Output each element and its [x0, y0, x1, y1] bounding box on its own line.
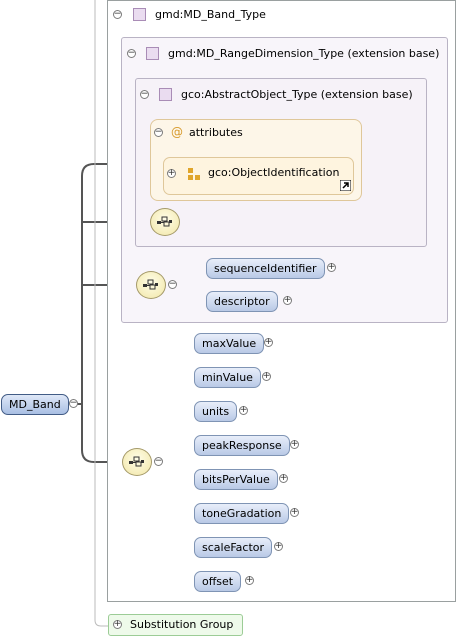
- element-units[interactable]: units: [194, 401, 238, 422]
- range-dimension-title: gmd:MD_RangeDimension_Type (extension ba…: [168, 47, 440, 60]
- attributes-box: − @ attributes + gco:ObjectIdentificatio…: [150, 119, 362, 201]
- element-minvalue[interactable]: minValue: [194, 367, 261, 388]
- element-offset[interactable]: offset: [194, 571, 242, 592]
- element-peakresponse[interactable]: peakResponse: [194, 435, 290, 456]
- element-maxvalue[interactable]: maxValue: [194, 333, 265, 354]
- sequence-compositor-icon[interactable]: [122, 448, 152, 476]
- substitution-group-box[interactable]: + Substitution Group: [108, 614, 243, 636]
- attribute-group-icon: [188, 168, 200, 180]
- element-scalefactor[interactable]: scaleFactor: [194, 537, 273, 558]
- attribute-group-label: gco:ObjectIdentification: [208, 166, 340, 179]
- substitution-group-label: Substitution Group: [130, 618, 234, 631]
- complex-type-icon: [159, 88, 172, 101]
- expand-toggle-icon[interactable]: +: [113, 620, 122, 629]
- collapse-toggle-icon[interactable]: −: [127, 49, 136, 58]
- expand-toggle-icon[interactable]: +: [290, 440, 299, 449]
- element-tonegradation[interactable]: toneGradation: [194, 503, 290, 524]
- attribute-group-box[interactable]: + gco:ObjectIdentification: [163, 157, 354, 195]
- attributes-title: attributes: [189, 126, 243, 139]
- collapse-toggle-icon[interactable]: −: [168, 280, 177, 289]
- sequence-compositor-icon[interactable]: [136, 271, 166, 299]
- complex-type-icon: [133, 8, 146, 21]
- collapse-toggle-icon[interactable]: −: [154, 128, 163, 137]
- expand-toggle-icon[interactable]: +: [262, 372, 271, 381]
- root-element-md-band[interactable]: MD_Band: [1, 394, 69, 415]
- expand-toggle-icon[interactable]: +: [239, 406, 248, 415]
- collapse-toggle-icon[interactable]: −: [154, 457, 163, 466]
- attribute-at-icon: @: [171, 125, 183, 139]
- collapse-toggle-icon[interactable]: −: [69, 399, 78, 408]
- element-descriptor[interactable]: descriptor: [206, 291, 278, 312]
- element-bitspervalue[interactable]: bitsPerValue: [194, 469, 278, 490]
- collapse-toggle-icon[interactable]: −: [113, 10, 122, 19]
- expand-toggle-icon[interactable]: +: [274, 542, 283, 551]
- expand-toggle-icon[interactable]: +: [283, 296, 292, 305]
- expand-toggle-icon[interactable]: +: [264, 338, 273, 347]
- element-sequenceidentifier[interactable]: sequenceIdentifier: [206, 258, 325, 279]
- expand-toggle-icon[interactable]: +: [279, 474, 288, 483]
- reference-link-icon[interactable]: [340, 180, 351, 191]
- expand-toggle-icon[interactable]: +: [290, 508, 299, 517]
- collapse-toggle-icon[interactable]: −: [140, 90, 149, 99]
- complex-type-icon: [146, 47, 159, 60]
- sequence-compositor-icon[interactable]: [150, 208, 180, 236]
- expand-toggle-icon[interactable]: +: [167, 169, 176, 178]
- expand-toggle-icon[interactable]: +: [245, 576, 254, 585]
- band-type-title: gmd:MD_Band_Type: [155, 8, 266, 21]
- abstract-object-title: gco:AbstractObject_Type (extension base): [181, 88, 413, 101]
- expand-toggle-icon[interactable]: +: [327, 263, 336, 272]
